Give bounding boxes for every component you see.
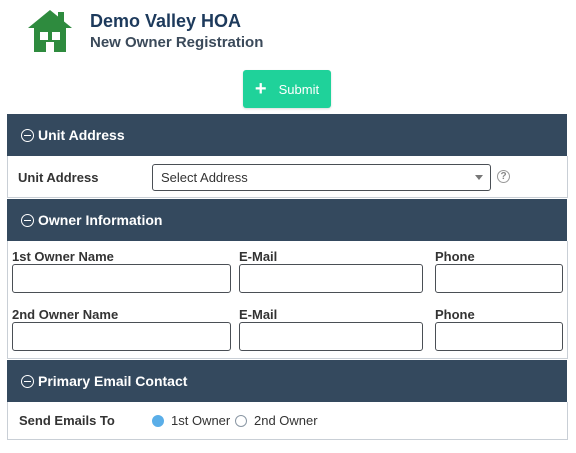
owner2-email-input[interactable] bbox=[239, 322, 423, 351]
submit-label: Submit bbox=[278, 81, 320, 97]
help-glyph: ? bbox=[500, 171, 507, 182]
radio-selected-icon bbox=[152, 414, 164, 427]
hoa-logo-icon bbox=[26, 6, 74, 54]
radio-2nd-owner[interactable]: 2nd Owner bbox=[235, 413, 318, 428]
plus-icon: + bbox=[254, 78, 267, 100]
owner1-phone-label: Phone bbox=[435, 249, 475, 264]
section-title: Unit Address bbox=[38, 127, 125, 143]
section-title: Owner Information bbox=[38, 212, 163, 228]
radio-1st-owner[interactable]: 1st Owner bbox=[152, 413, 230, 428]
section-title: Primary Email Contact bbox=[38, 373, 188, 389]
owner1-email-label: E-Mail bbox=[239, 249, 278, 264]
owner1-name-input[interactable] bbox=[12, 264, 231, 293]
owner2-name-label: 2nd Owner Name bbox=[12, 307, 119, 322]
owner2-email-label: E-Mail bbox=[239, 307, 278, 322]
submit-button[interactable]: + Submit bbox=[243, 70, 331, 108]
address-select-value: Select Address bbox=[161, 170, 248, 185]
help-icon[interactable]: ? bbox=[497, 170, 510, 183]
page-subtitle: New Owner Registration bbox=[90, 34, 264, 51]
collapse-icon bbox=[21, 128, 34, 142]
radio-unselected-icon bbox=[235, 414, 247, 427]
radio-1st-owner-label: 1st Owner bbox=[171, 413, 231, 428]
section-header-primary-email-contact[interactable]: Primary Email Contact bbox=[7, 360, 567, 402]
owner1-email-input[interactable] bbox=[239, 264, 423, 293]
owner1-name-label: 1st Owner Name bbox=[12, 249, 114, 264]
section-header-owner-information[interactable]: Owner Information bbox=[7, 199, 567, 241]
page-title: Demo Valley HOA bbox=[90, 11, 242, 31]
owner2-phone-label: Phone bbox=[435, 307, 475, 322]
owner2-phone-input[interactable] bbox=[435, 322, 563, 351]
owner2-name-input[interactable] bbox=[12, 322, 231, 351]
send-emails-label: Send Emails To bbox=[19, 413, 115, 428]
collapse-icon bbox=[21, 213, 34, 227]
collapse-icon bbox=[21, 374, 34, 388]
unit-address-label: Unit Address bbox=[18, 170, 99, 185]
section-header-unit-address[interactable]: Unit Address bbox=[7, 114, 567, 156]
radio-2nd-owner-label: 2nd Owner bbox=[254, 413, 318, 428]
owner1-phone-input[interactable] bbox=[435, 264, 563, 293]
chevron-down-icon bbox=[475, 175, 483, 180]
address-select[interactable]: Select Address bbox=[152, 164, 491, 191]
